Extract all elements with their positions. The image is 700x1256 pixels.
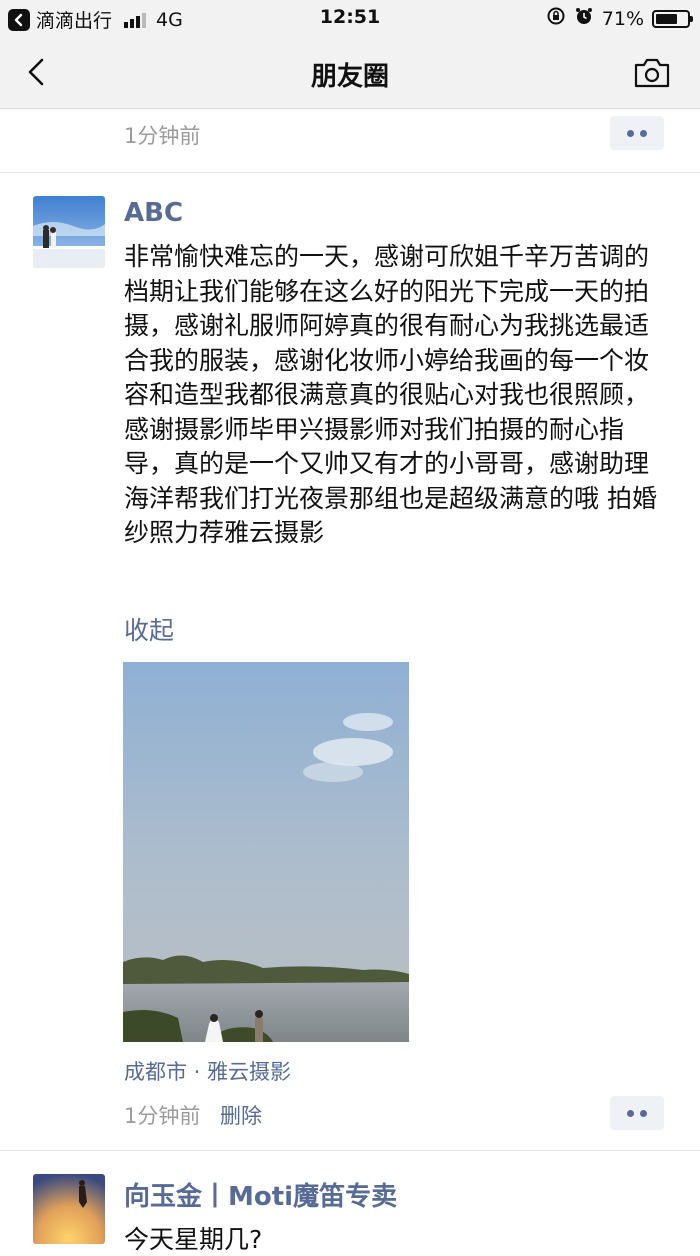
delete-link[interactable]: 删除 — [220, 1100, 262, 1130]
post-divider — [0, 1150, 700, 1151]
collapse-link[interactable]: 收起 — [124, 611, 174, 647]
status-bar: 滴滴出行 4G 12:51 71% — [0, 0, 700, 36]
page-title: 朋友圈 — [310, 62, 389, 92]
post-photo[interactable] — [123, 662, 409, 1042]
battery-percent: 71% — [601, 7, 644, 30]
nav-bar: 朋友圈 — [0, 36, 700, 109]
next-post-author[interactable]: 向玉金丨Moti魔笛专卖 — [124, 1176, 397, 1213]
battery-icon — [652, 9, 693, 28]
prev-post-more-button[interactable] — [610, 116, 664, 150]
camera-icon[interactable] — [632, 56, 672, 90]
avatar[interactable] — [33, 196, 105, 268]
next-post-avatar[interactable] — [33, 1174, 105, 1244]
post-text: 非常愉快难忘的一天，感谢可欣姐千辛万苦调的档期让我们能够在这么好的阳光下完成一天… — [124, 242, 657, 547]
post-more-button[interactable] — [610, 1096, 664, 1130]
post-time: 1分钟前 — [124, 1104, 201, 1128]
post-author[interactable]: ABC — [124, 198, 183, 228]
prev-post-time: 1分钟前 — [124, 124, 201, 148]
alarm-icon — [574, 6, 594, 31]
status-right: 71% — [546, 6, 693, 31]
orientation-lock-icon — [546, 6, 566, 31]
post-divider — [0, 172, 700, 173]
location-link[interactable]: 成都市 · 雅云摄影 — [124, 1056, 291, 1086]
next-post-text: 今天星期几? — [124, 1225, 263, 1254]
